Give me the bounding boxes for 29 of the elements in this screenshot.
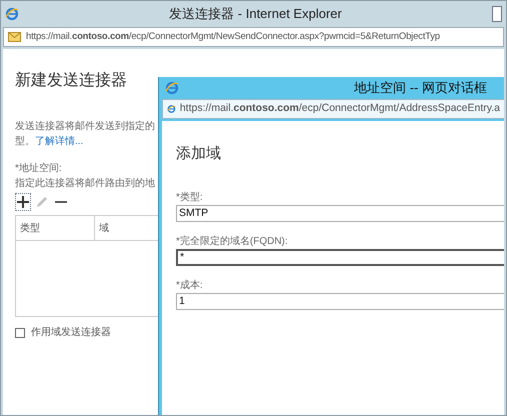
text-field[interactable]: *	[176, 248, 504, 266]
text-field[interactable]: SMTP	[176, 204, 504, 222]
column-header[interactable]: 类型	[16, 216, 95, 240]
minimize-button[interactable]	[492, 6, 502, 22]
url-text: https://mail.contoso.com/ecp/ConnectorMgmt/AddressSpaceEntry.a	[180, 101, 500, 116]
envelope-icon	[8, 31, 22, 43]
checkbox-label: 作用域发送连接器	[31, 326, 111, 340]
field-label: *成本:	[176, 278, 204, 292]
add-button[interactable]	[15, 193, 31, 211]
address-space-label: *地址空间:	[15, 162, 63, 176]
plus-icon	[17, 196, 29, 208]
dialog-title: 地址空间 -- 网页对话框	[353, 79, 488, 98]
pencil-icon	[36, 196, 48, 208]
url-text: https://mail.contoso.com/ecp/ConnectorMgmt/NewSendConnector.aspx?pwmcid=5&ReturnObjectTyp	[26, 30, 440, 44]
address-space-hint: 指定此连接器将邮件路由到的地	[15, 176, 156, 191]
checkbox[interactable]	[15, 328, 25, 338]
page-heading: 新建发送连接器	[15, 70, 128, 91]
description-text: 型。	[15, 134, 35, 149]
field-label: *类型:	[176, 190, 204, 204]
browser-logo-icon	[165, 81, 179, 95]
browser-logo-icon	[5, 7, 19, 21]
field-label: *完全限定的域名(FQDN):	[176, 234, 289, 248]
learn-more-link[interactable]: 了解详情...	[35, 134, 84, 149]
browser-logo-icon	[167, 102, 176, 116]
text-field[interactable]: 1	[176, 292, 504, 310]
description-text: 发送连接器将邮件发送到指定的	[15, 120, 156, 134]
column-header[interactable]: 域	[95, 216, 158, 240]
window-title: 发送连接器 - Internet Explorer	[168, 5, 343, 24]
dialog-heading: 添加域	[176, 144, 222, 164]
